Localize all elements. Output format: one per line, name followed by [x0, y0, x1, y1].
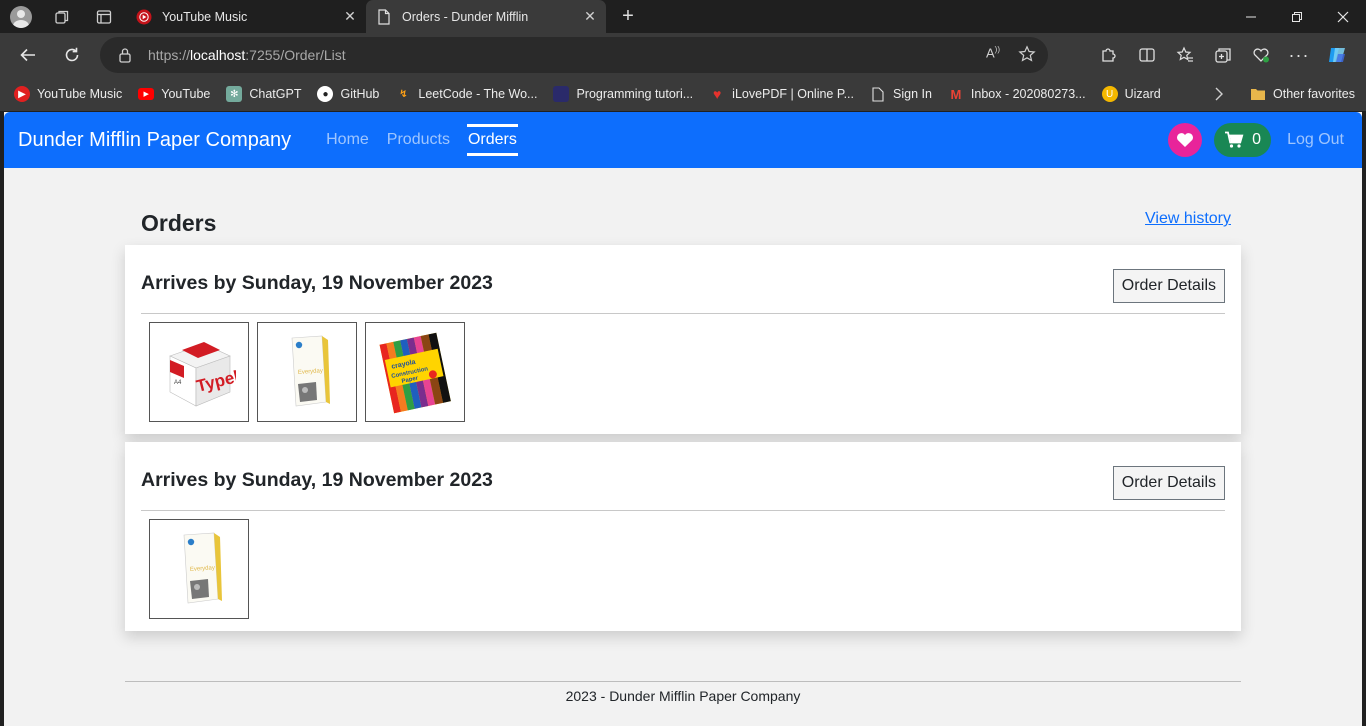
more-options-icon[interactable]: ··· [1282, 39, 1316, 71]
order-card: Arrives by Sunday, 19 November 2023 Orde… [125, 442, 1241, 631]
read-aloud-icon[interactable]: A)) [986, 45, 1000, 68]
uizard-icon: U [1101, 86, 1118, 102]
bookmark-sign-in[interactable]: Sign In [870, 86, 932, 102]
arrival-date: Arrives by Sunday, 19 November 2023 [141, 469, 493, 491]
bookmark-chatgpt[interactable]: ✻ ChatGPT [226, 86, 301, 102]
window-controls [1228, 0, 1366, 33]
page-icon [870, 86, 886, 102]
folder-icon [1250, 87, 1266, 101]
url-text: https://localhost:7255/Order/List [148, 47, 346, 63]
new-tab-icon[interactable]: + [614, 3, 642, 31]
profile-avatar[interactable] [10, 5, 32, 28]
close-window-icon[interactable] [1320, 0, 1366, 33]
youtube-icon: ▶ [138, 88, 155, 100]
brand-link[interactable]: Dunder Mifflin Paper Company [18, 129, 291, 152]
product-thumbnail-crayola-construction-paper[interactable]: crayola Construction Paper [365, 322, 465, 422]
close-icon[interactable]: ✕ [580, 7, 600, 27]
product-thumbnail-hp-everyday-paper[interactable]: Everyday [257, 322, 357, 422]
page-footer: 2023 - Dunder Mifflin Paper Company [125, 681, 1241, 704]
order-card: Arrives by Sunday, 19 November 2023 Orde… [125, 245, 1241, 434]
favorites-bar: ▶ YouTube Music ▶ YouTube ✻ ChatGPT ● Gi… [0, 77, 1366, 111]
tab-youtube-music[interactable]: YouTube Music ✕ [126, 0, 366, 33]
bookmark-leetcode[interactable]: ↯ LeetCode - The Wo... [395, 86, 537, 102]
tab-title: YouTube Music [162, 9, 248, 24]
main-nav: Home Products Orders [325, 112, 534, 168]
youtube-music-icon [136, 9, 152, 25]
web-page: Dunder Mifflin Paper Company Home Produc… [4, 112, 1362, 726]
collections-icon[interactable] [1206, 39, 1240, 71]
chatgpt-icon: ✻ [226, 86, 243, 102]
youtube-music-icon: ▶ [14, 86, 30, 102]
order-details-button[interactable]: Order Details [1112, 466, 1225, 500]
page-icon [376, 8, 392, 25]
tutorial-icon [553, 86, 570, 102]
github-icon: ● [317, 86, 334, 102]
minimize-icon[interactable] [1228, 0, 1274, 33]
browser-toolbar: https://localhost:7255/Order/List A)) ··… [0, 33, 1366, 77]
logout-link[interactable]: Log Out [1287, 131, 1344, 149]
browser-essentials-icon[interactable] [1244, 39, 1278, 71]
nav-orders[interactable]: Orders [466, 124, 518, 156]
copilot-icon[interactable] [1320, 39, 1354, 71]
bookmark-youtube-music[interactable]: ▶ YouTube Music [14, 86, 122, 102]
close-icon[interactable]: ✕ [340, 7, 360, 27]
workspaces-icon[interactable] [50, 5, 74, 29]
nav-home[interactable]: Home [325, 127, 370, 153]
orders-container: Orders View history Arrives by Sunday, 1… [125, 168, 1241, 631]
product-thumbnail-hp-everyday-paper[interactable]: Everyday [149, 519, 249, 619]
heart-icon [1176, 132, 1194, 148]
tab-orders[interactable]: Orders - Dunder Mifflin ✕ [366, 0, 606, 33]
bookmark-gmail-inbox[interactable]: M Inbox - 202080273... [948, 86, 1086, 102]
refresh-icon[interactable] [52, 37, 92, 73]
vertical-tabs-icon[interactable] [92, 5, 116, 29]
chevron-right-icon[interactable] [1214, 86, 1224, 105]
cart-icon [1224, 131, 1252, 149]
cart-count: 0 [1252, 131, 1262, 148]
leetcode-icon: ↯ [399, 88, 408, 100]
ilovepdf-icon: ♥ [713, 86, 722, 102]
lock-icon[interactable] [118, 47, 134, 63]
cart-button[interactable]: 0 [1214, 123, 1272, 157]
wishlist-button[interactable] [1168, 123, 1203, 157]
product-thumbnail-typek-paper-box[interactable]: Typek A4 [149, 322, 249, 422]
browser-tabstrip: YouTube Music ✕ Orders - Dunder Mifflin … [0, 0, 1366, 33]
arrival-date: Arrives by Sunday, 19 November 2023 [141, 272, 493, 294]
bookmark-youtube[interactable]: ▶ YouTube [138, 87, 210, 101]
address-bar[interactable]: https://localhost:7255/Order/List A)) [100, 37, 1048, 73]
bookmark-programming-tutorials[interactable]: Programming tutori... [553, 86, 693, 102]
extensions-icon[interactable] [1092, 39, 1126, 71]
app-navbar: Dunder Mifflin Paper Company Home Produc… [4, 112, 1362, 168]
bookmark-github[interactable]: ● GitHub [317, 86, 379, 102]
bookmark-uizard[interactable]: U Uizard [1101, 86, 1161, 102]
favorite-star-icon[interactable] [1018, 45, 1036, 68]
svg-text:A4: A4 [174, 380, 182, 386]
other-favorites[interactable]: Other favorites [1250, 77, 1355, 111]
nav-products[interactable]: Products [386, 127, 451, 153]
view-history-link[interactable]: View history [1145, 210, 1231, 228]
split-screen-icon[interactable] [1130, 39, 1164, 71]
page-title: Orders [141, 210, 217, 236]
order-details-button[interactable]: Order Details [1112, 269, 1225, 303]
back-icon[interactable] [8, 37, 48, 73]
bookmark-ilovepdf[interactable]: ♥ iLovePDF | Online P... [709, 86, 854, 102]
gmail-icon: M [950, 86, 962, 102]
tab-title: Orders - Dunder Mifflin [402, 9, 529, 24]
restore-icon[interactable] [1274, 0, 1320, 33]
favorites-icon[interactable] [1168, 39, 1202, 71]
